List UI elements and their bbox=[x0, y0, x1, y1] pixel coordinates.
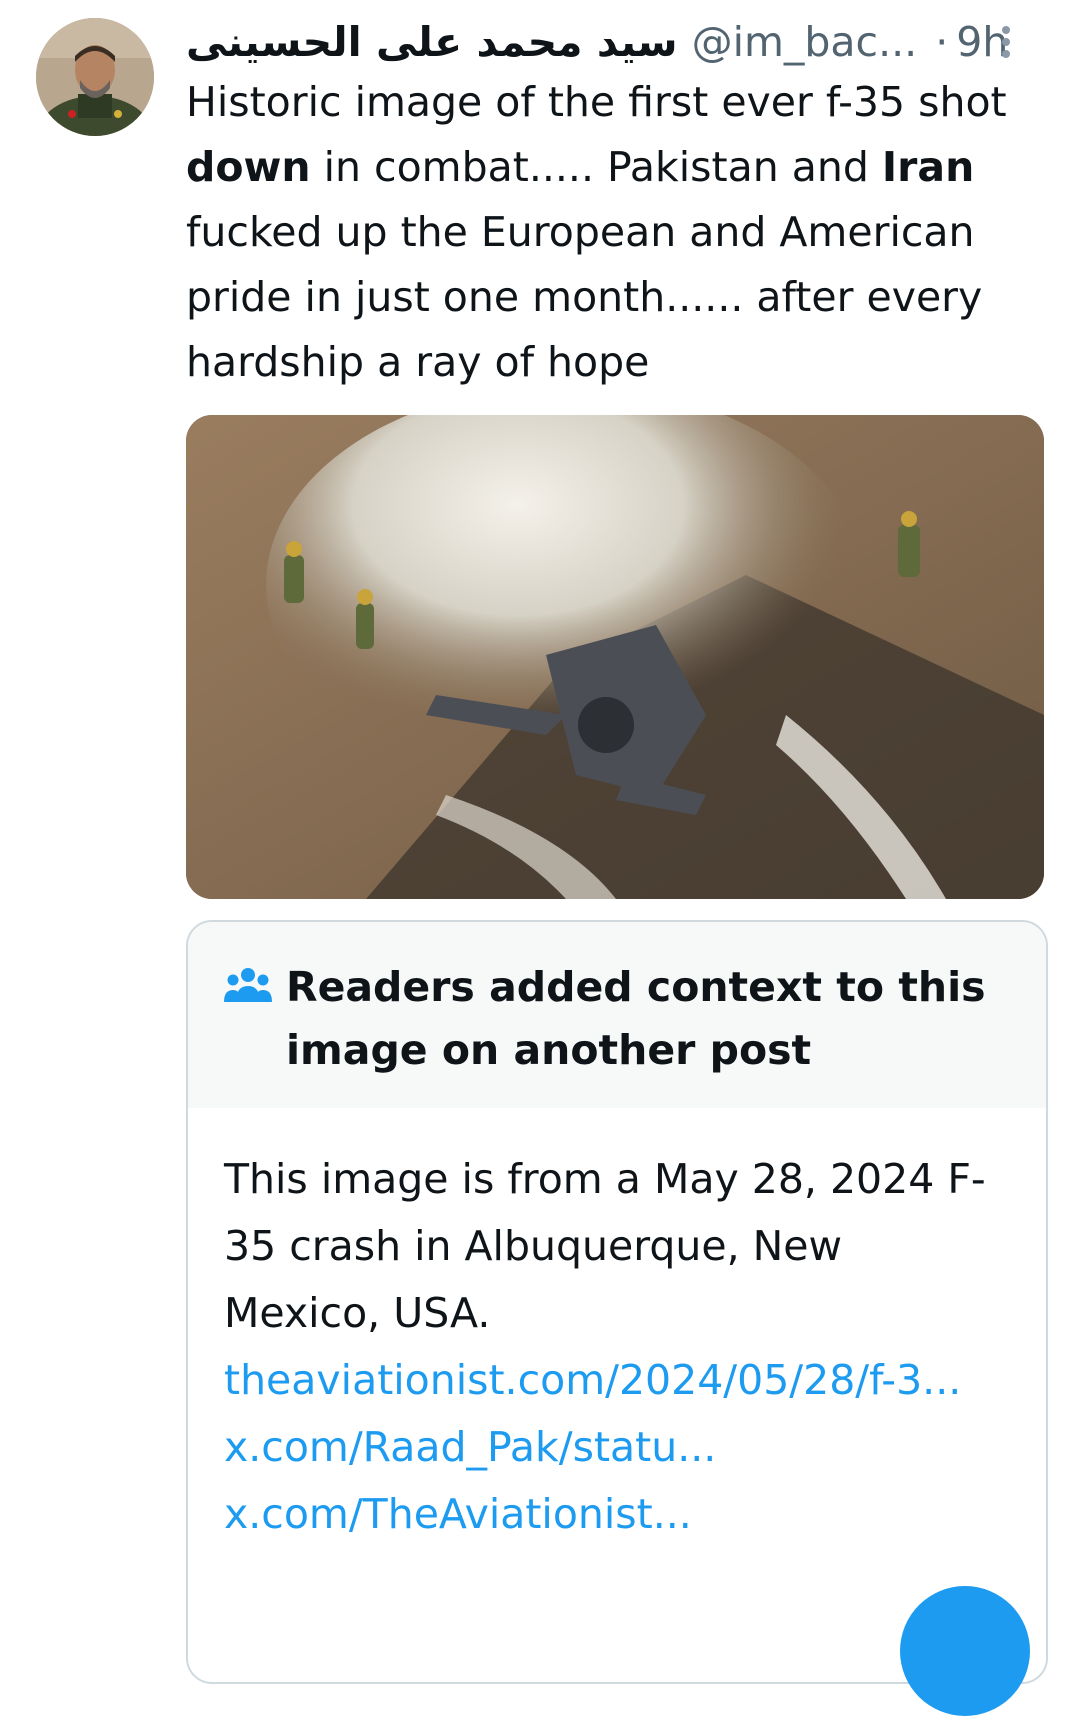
source-link[interactable]: x.com/TheAviationist... bbox=[224, 1481, 1010, 1548]
tweet-text-segment: Historic image of the first ever f-35 sh… bbox=[186, 78, 1007, 126]
tweet-text-segment: in combat..... Pakistan and bbox=[310, 143, 882, 191]
compose-post-button[interactable] bbox=[900, 1586, 1030, 1716]
crash-photo-image bbox=[186, 415, 1044, 899]
community-note-title: Readers added context to this image on a… bbox=[286, 963, 986, 1074]
more-options-icon bbox=[1002, 26, 1010, 58]
source-link[interactable]: x.com/Raad_Pak/statu... bbox=[224, 1414, 1010, 1481]
tweet-header: سيد محمد على الحسينى @im_bac... · 9h bbox=[186, 14, 1026, 70]
community-note-body: This image is from a May 28, 2024 F-35 c… bbox=[188, 1108, 1046, 1548]
more-options-button[interactable] bbox=[986, 22, 1026, 62]
user-handle[interactable]: @im_bac... bbox=[692, 18, 918, 66]
user-avatar[interactable] bbox=[36, 18, 154, 136]
people-group-icon bbox=[224, 966, 272, 1006]
tweet-text-bold: down bbox=[186, 143, 311, 191]
display-name[interactable]: سيد محمد على الحسينى bbox=[186, 18, 678, 66]
tweet-text-bold: Iran bbox=[881, 143, 975, 191]
source-link[interactable]: theaviationist.com/2024/05/28/f-3... bbox=[224, 1347, 1010, 1414]
community-note-text: This image is from a May 28, 2024 F-35 c… bbox=[224, 1155, 986, 1337]
tweet-text-segment: fucked up the European and American prid… bbox=[186, 208, 983, 386]
separator-dot: · bbox=[935, 18, 949, 66]
user-avatar-icon bbox=[36, 18, 154, 136]
community-note-header: Readers added context to this image on a… bbox=[188, 922, 1046, 1108]
community-note[interactable]: Readers added context to this image on a… bbox=[186, 920, 1048, 1684]
tweet-media[interactable] bbox=[186, 415, 1044, 899]
tweet-text: Historic image of the first ever f-35 sh… bbox=[186, 70, 1036, 395]
